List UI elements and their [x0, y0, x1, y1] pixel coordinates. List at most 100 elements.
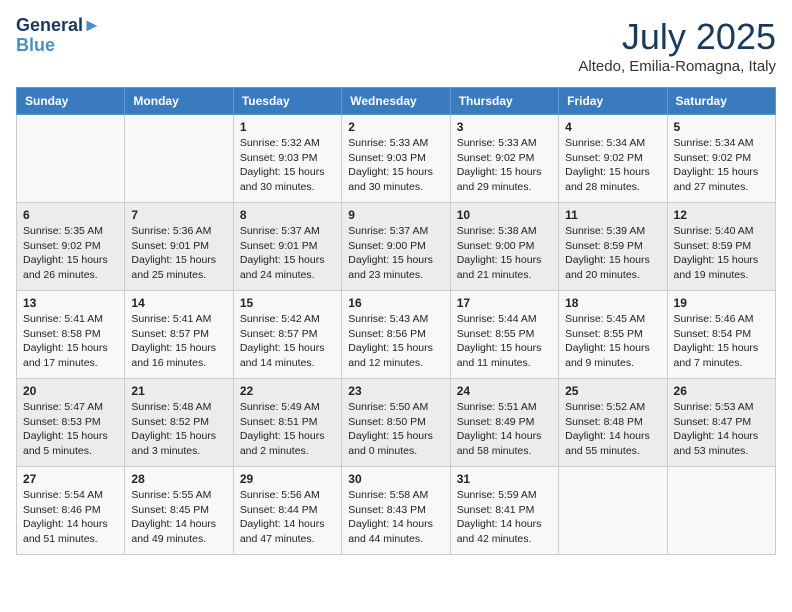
day-number: 18 — [565, 296, 660, 310]
calendar-cell: 13Sunrise: 5:41 AMSunset: 8:58 PMDayligh… — [17, 291, 125, 379]
day-number: 17 — [457, 296, 552, 310]
calendar-cell — [125, 115, 233, 203]
page-header: General► Blue July 2025 Altedo, Emilia-R… — [16, 16, 776, 75]
title-block: July 2025 Altedo, Emilia-Romagna, Italy — [578, 16, 776, 75]
weekday-header-monday: Monday — [125, 88, 233, 115]
day-number: 16 — [348, 296, 443, 310]
calendar-cell: 29Sunrise: 5:56 AMSunset: 8:44 PMDayligh… — [233, 467, 341, 555]
day-number: 4 — [565, 120, 660, 134]
calendar-cell: 11 Sunrise: 5:39 AMSunset: 8:59 PMDayligh… — [559, 203, 667, 291]
day-content: Sunrise: 5:44 AMSunset: 8:55 PMDaylight:… — [457, 312, 552, 371]
day-content: Sunrise: 5:49 AMSunset: 8:51 PMDaylight:… — [240, 400, 335, 459]
calendar-cell: 27Sunrise: 5:54 AMSunset: 8:46 PMDayligh… — [17, 467, 125, 555]
day-content: Sunrise: 5:39 AMSunset: 8:59 PMDaylight:… — [565, 224, 660, 283]
day-number: 8 — [240, 208, 335, 222]
logo: General► Blue — [16, 16, 101, 56]
day-content: Sunrise: 5:50 AMSunset: 8:50 PMDaylight:… — [348, 400, 443, 459]
calendar-cell: 6 Sunrise: 5:35 AMSunset: 9:02 PMDaylight… — [17, 203, 125, 291]
calendar-cell: 7Sunrise: 5:36 AMSunset: 9:01 PMDaylight… — [125, 203, 233, 291]
day-number: 6 — [23, 208, 118, 222]
weekday-row: SundayMondayTuesdayWednesdayThursdayFrid… — [17, 88, 776, 115]
calendar-cell: 10Sunrise: 5:38 AMSunset: 9:00 PMDayligh… — [450, 203, 558, 291]
weekday-header-saturday: Saturday — [667, 88, 775, 115]
day-content: Sunrise: 5:42 AMSunset: 8:57 PMDaylight:… — [240, 312, 335, 371]
calendar-cell: 8Sunrise: 5:37 AMSunset: 9:01 PMDaylight… — [233, 203, 341, 291]
location: Altedo, Emilia-Romagna, Italy — [578, 58, 776, 75]
calendar-header: SundayMondayTuesdayWednesdayThursdayFrid… — [17, 88, 776, 115]
calendar-week-1: 1 Sunrise: 5:32 AMSunset: 9:03 PMDaylight… — [17, 115, 776, 203]
calendar-cell — [667, 467, 775, 555]
day-number: 30 — [348, 472, 443, 486]
day-content: Sunrise: 5:34 AMSunset: 9:02 PMDaylight:… — [565, 136, 660, 195]
weekday-header-friday: Friday — [559, 88, 667, 115]
day-number: 22 — [240, 384, 335, 398]
day-content: Sunrise: 5:40 AMSunset: 8:59 PMDaylight:… — [674, 224, 769, 283]
day-content: Sunrise: 5:53 AMSunset: 8:47 PMDaylight:… — [674, 400, 769, 459]
calendar-table: SundayMondayTuesdayWednesdayThursdayFrid… — [16, 87, 776, 555]
calendar-cell — [17, 115, 125, 203]
calendar-cell: 23 Sunrise: 5:50 AMSunset: 8:50 PMDayligh… — [342, 379, 450, 467]
day-number: 26 — [674, 384, 769, 398]
day-content: Sunrise: 5:59 AMSunset: 8:41 PMDaylight:… — [457, 488, 552, 547]
weekday-header-sunday: Sunday — [17, 88, 125, 115]
calendar-cell: 19Sunrise: 5:46 AMSunset: 8:54 PMDayligh… — [667, 291, 775, 379]
day-content: Sunrise: 5:58 AMSunset: 8:43 PMDaylight:… — [348, 488, 443, 547]
day-number: 25 — [565, 384, 660, 398]
day-content: Sunrise: 5:47 AMSunset: 8:53 PMDaylight:… — [23, 400, 118, 459]
day-number: 13 — [23, 296, 118, 310]
calendar-cell: 2 Sunrise: 5:33 AMSunset: 9:03 PMDaylight… — [342, 115, 450, 203]
day-number: 31 — [457, 472, 552, 486]
calendar-week-2: 6 Sunrise: 5:35 AMSunset: 9:02 PMDaylight… — [17, 203, 776, 291]
day-content: Sunrise: 5:36 AMSunset: 9:01 PMDaylight:… — [131, 224, 226, 283]
calendar-cell: 3Sunrise: 5:33 AMSunset: 9:02 PMDaylight… — [450, 115, 558, 203]
logo-text: General► — [16, 16, 101, 36]
day-number: 14 — [131, 296, 226, 310]
day-content: Sunrise: 5:45 AMSunset: 8:55 PMDaylight:… — [565, 312, 660, 371]
day-content: Sunrise: 5:34 AMSunset: 9:02 PMDaylight:… — [674, 136, 769, 195]
day-number: 9 — [348, 208, 443, 222]
day-number: 11 — [565, 208, 660, 222]
day-number: 21 — [131, 384, 226, 398]
calendar-cell: 1 Sunrise: 5:32 AMSunset: 9:03 PMDaylight… — [233, 115, 341, 203]
day-content: Sunrise: 5:32 AMSunset: 9:03 PMDaylight:… — [240, 136, 335, 195]
day-content: Sunrise: 5:38 AMSunset: 9:00 PMDaylight:… — [457, 224, 552, 283]
month-title: July 2025 — [578, 16, 776, 58]
calendar-cell: 25Sunrise: 5:52 AMSunset: 8:48 PMDayligh… — [559, 379, 667, 467]
calendar-week-3: 13Sunrise: 5:41 AMSunset: 8:58 PMDayligh… — [17, 291, 776, 379]
logo-subtext: Blue — [16, 36, 101, 56]
day-content: Sunrise: 5:55 AMSunset: 8:45 PMDaylight:… — [131, 488, 226, 547]
calendar-cell: 18 Sunrise: 5:45 AMSunset: 8:55 PMDayligh… — [559, 291, 667, 379]
day-number: 28 — [131, 472, 226, 486]
calendar-cell: 20 Sunrise: 5:47 AMSunset: 8:53 PMDayligh… — [17, 379, 125, 467]
day-content: Sunrise: 5:37 AMSunset: 9:00 PMDaylight:… — [348, 224, 443, 283]
calendar-cell: 30 Sunrise: 5:58 AMSunset: 8:43 PMDayligh… — [342, 467, 450, 555]
day-content: Sunrise: 5:33 AMSunset: 9:03 PMDaylight:… — [348, 136, 443, 195]
day-content: Sunrise: 5:51 AMSunset: 8:49 PMDaylight:… — [457, 400, 552, 459]
calendar-cell: 9 Sunrise: 5:37 AMSunset: 9:00 PMDaylight… — [342, 203, 450, 291]
calendar-cell: 22 Sunrise: 5:49 AMSunset: 8:51 PMDayligh… — [233, 379, 341, 467]
calendar-cell: 14 Sunrise: 5:41 AMSunset: 8:57 PMDayligh… — [125, 291, 233, 379]
calendar-cell: 28 Sunrise: 5:55 AMSunset: 8:45 PMDayligh… — [125, 467, 233, 555]
day-number: 15 — [240, 296, 335, 310]
day-content: Sunrise: 5:46 AMSunset: 8:54 PMDaylight:… — [674, 312, 769, 371]
calendar-cell: 26 Sunrise: 5:53 AMSunset: 8:47 PMDayligh… — [667, 379, 775, 467]
day-number: 3 — [457, 120, 552, 134]
calendar-cell: 5Sunrise: 5:34 AMSunset: 9:02 PMDaylight… — [667, 115, 775, 203]
day-content: Sunrise: 5:43 AMSunset: 8:56 PMDaylight:… — [348, 312, 443, 371]
day-content: Sunrise: 5:48 AMSunset: 8:52 PMDaylight:… — [131, 400, 226, 459]
day-number: 2 — [348, 120, 443, 134]
calendar-cell: 31 Sunrise: 5:59 AMSunset: 8:41 PMDayligh… — [450, 467, 558, 555]
calendar-cell: 12 Sunrise: 5:40 AMSunset: 8:59 PMDayligh… — [667, 203, 775, 291]
day-number: 29 — [240, 472, 335, 486]
calendar-week-5: 27Sunrise: 5:54 AMSunset: 8:46 PMDayligh… — [17, 467, 776, 555]
day-content: Sunrise: 5:35 AMSunset: 9:02 PMDaylight:… — [23, 224, 118, 283]
day-number: 20 — [23, 384, 118, 398]
calendar-cell — [559, 467, 667, 555]
day-number: 27 — [23, 472, 118, 486]
calendar-cell: 16 Sunrise: 5:43 AMSunset: 8:56 PMDayligh… — [342, 291, 450, 379]
day-number: 23 — [348, 384, 443, 398]
calendar-cell: 17 Sunrise: 5:44 AMSunset: 8:55 PMDayligh… — [450, 291, 558, 379]
day-number: 1 — [240, 120, 335, 134]
day-content: Sunrise: 5:41 AMSunset: 8:57 PMDaylight:… — [131, 312, 226, 371]
day-number: 12 — [674, 208, 769, 222]
